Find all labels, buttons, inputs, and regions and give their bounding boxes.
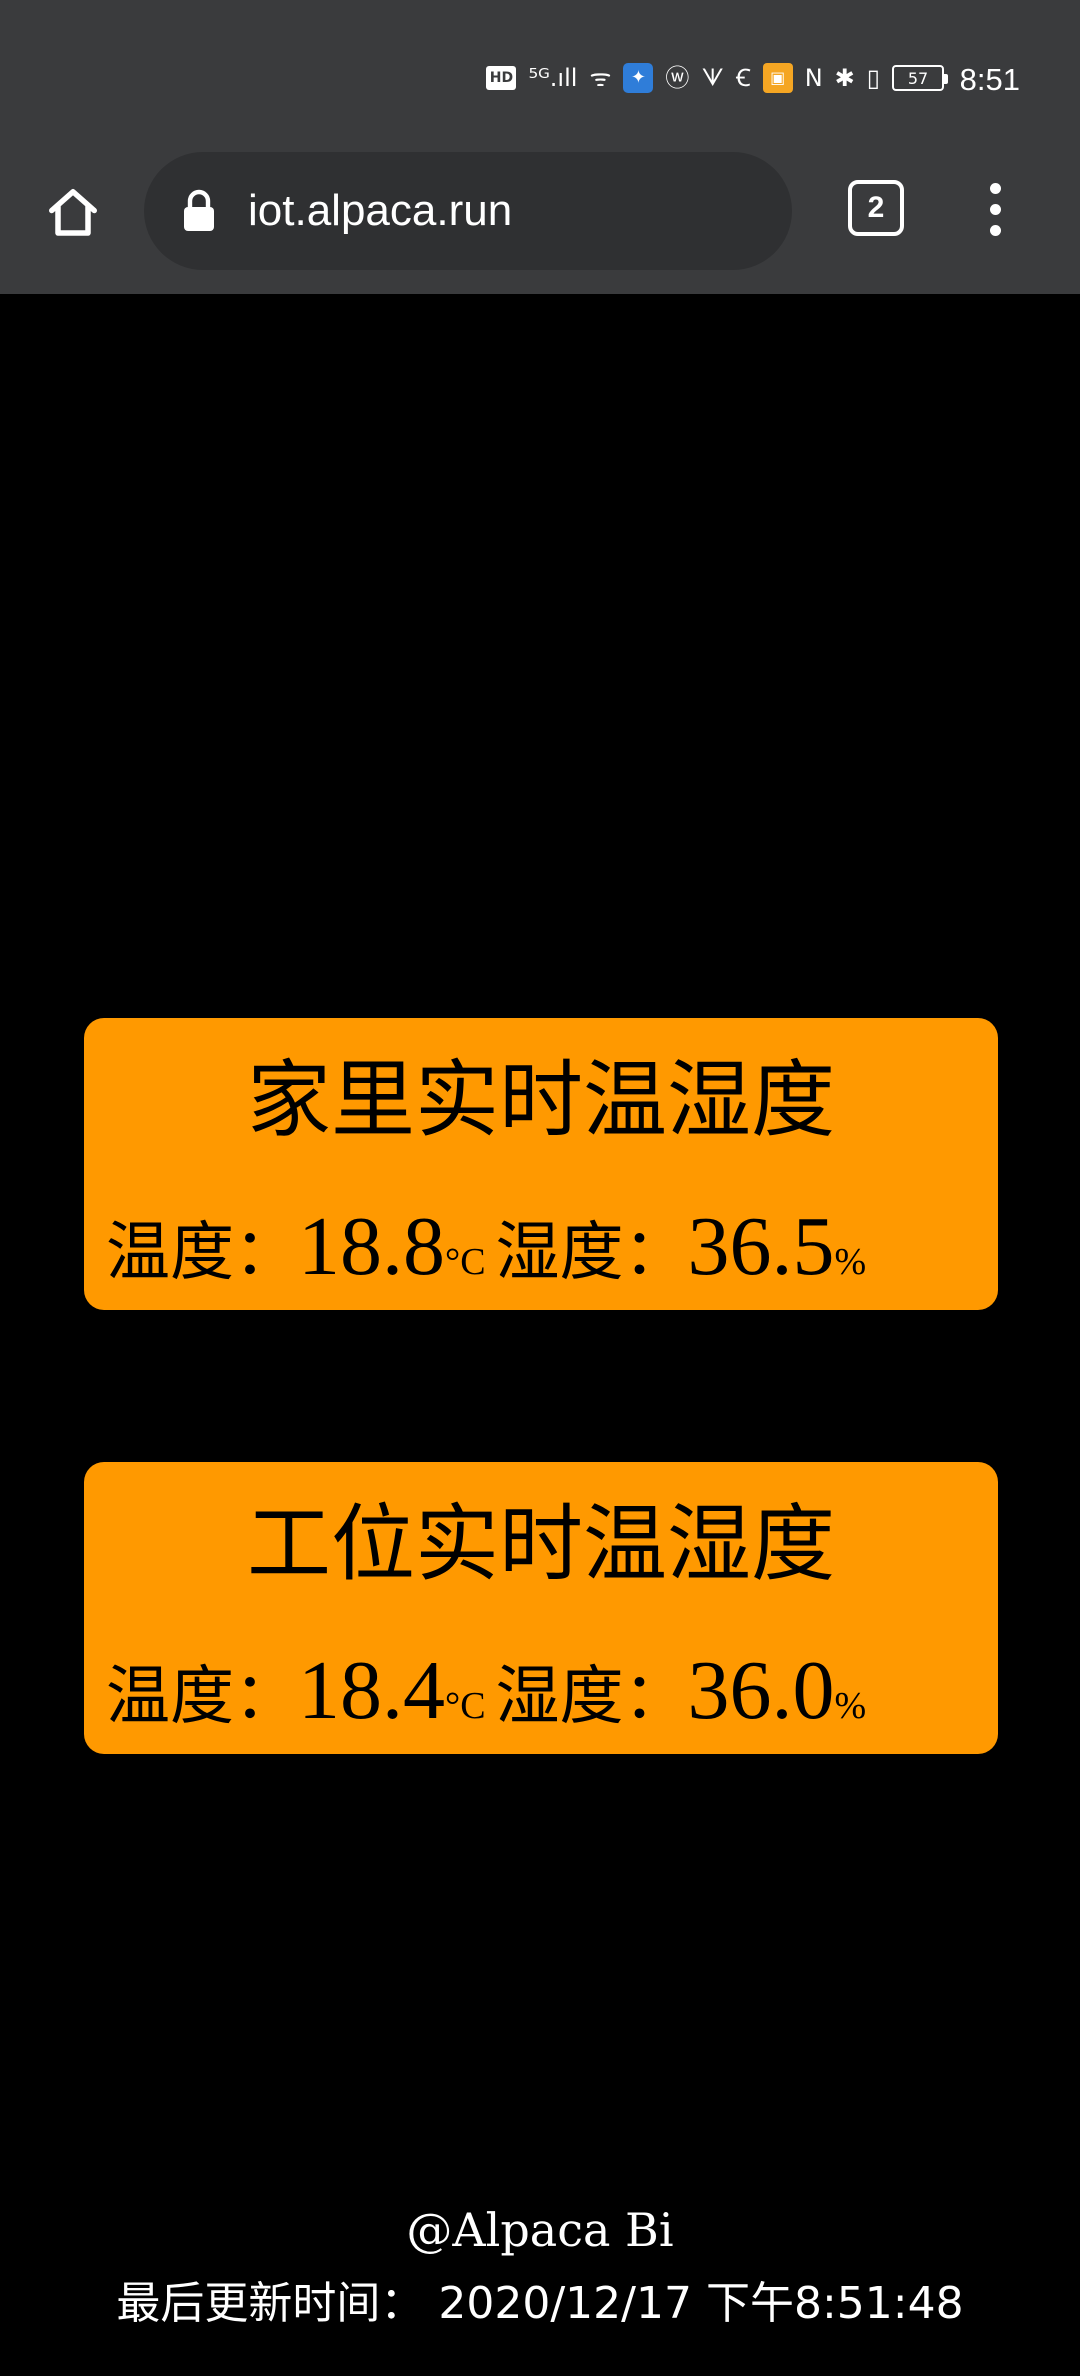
browser-toolbar: iot.alpaca.run 2 [0,140,1080,280]
url-text: iot.alpaca.run [248,186,513,235]
bluetooth-icon: ✱ [834,64,855,92]
humidity-label: 湿度： [495,1216,688,1290]
lock-icon [182,189,216,233]
status-time: 8:51 [959,62,1020,97]
battery-icon: 57 [892,65,948,91]
workstation-sensor-card: 工位实时温湿度 温度： 18.4 °C 湿度： 36.0 % [84,1462,998,1754]
temperature-value: 18.8 [298,1200,445,1293]
tab-count: 2 [867,191,885,224]
weibo-icon: ⓦ [665,64,690,92]
home-button[interactable] [38,178,108,248]
last-updated-text: 最后更新时间： 2020/12/17 下午8:51:48 [116,2278,964,2329]
temperature-unit: °C [445,1241,486,1283]
humidity-unit: % [834,1241,867,1283]
hd-icon: HD [486,66,517,90]
humidity-label: 湿度： [495,1660,688,1734]
address-bar[interactable]: iot.alpaca.run [144,152,792,270]
temperature-unit: °C [445,1685,486,1727]
menu-dot-icon [989,203,1001,215]
menu-dot-icon [989,224,1001,236]
humidity-value: 36.0 [687,1644,835,1737]
card-title: 家里实时温湿度 [246,1051,835,1149]
temperature-label: 温度： [106,1216,298,1290]
app-notification-icon: ✦ [623,63,654,93]
footer-author: @Alpaca Bi [406,2203,674,2257]
nfc-icon: N [804,64,823,92]
more-menu-button[interactable] [972,174,1018,244]
screen: HD ⁵ᴳ.ıll ᯤ ✦ ⓦ ᗐ Ꞓ ▣ N ✱ ▯ 57 8:51 iot.… [0,0,1080,2376]
menu-dot-icon [989,182,1001,194]
card-readings: 温度： 18.8 °C 湿度： 36.5 % [106,1198,986,1294]
app-icon: ᗐ [701,64,724,92]
status-icons: HD ⁵ᴳ.ıll ᯤ ✦ ⓦ ᗐ Ꞓ ▣ N ✱ ▯ 57 [486,60,948,96]
browser-notification-icon: Ꞓ [735,64,751,92]
status-bar: HD ⁵ᴳ.ıll ᯤ ✦ ⓦ ᗐ Ꞓ ▣ N ✱ ▯ 57 8:51 [0,40,1080,120]
wifi-icon: ᯤ [589,64,612,92]
humidity-value: 36.5 [687,1200,835,1293]
vibrate-icon: ▯ [866,64,880,92]
humidity-unit: % [834,1685,867,1727]
battery-level: 57 [907,68,929,88]
card-title: 工位实时温湿度 [246,1495,835,1593]
temperature-value: 18.4 [298,1644,445,1737]
image-notification-icon: ▣ [762,63,793,93]
browser-chrome: HD ⁵ᴳ.ıll ᯤ ✦ ⓦ ᗐ Ꞓ ▣ N ✱ ▯ 57 8:51 iot.… [0,0,1080,294]
home-sensor-card: 家里实时温湿度 温度： 18.8 °C 湿度： 36.5 % [84,1018,998,1310]
card-readings: 温度： 18.4 °C 湿度： 36.0 % [106,1642,986,1738]
5g-signal-icon: ⁵ᴳ.ıll [528,64,578,92]
home-icon [49,189,97,236]
temperature-label: 温度： [106,1660,298,1734]
tab-switcher-button[interactable]: 2 [848,180,904,236]
